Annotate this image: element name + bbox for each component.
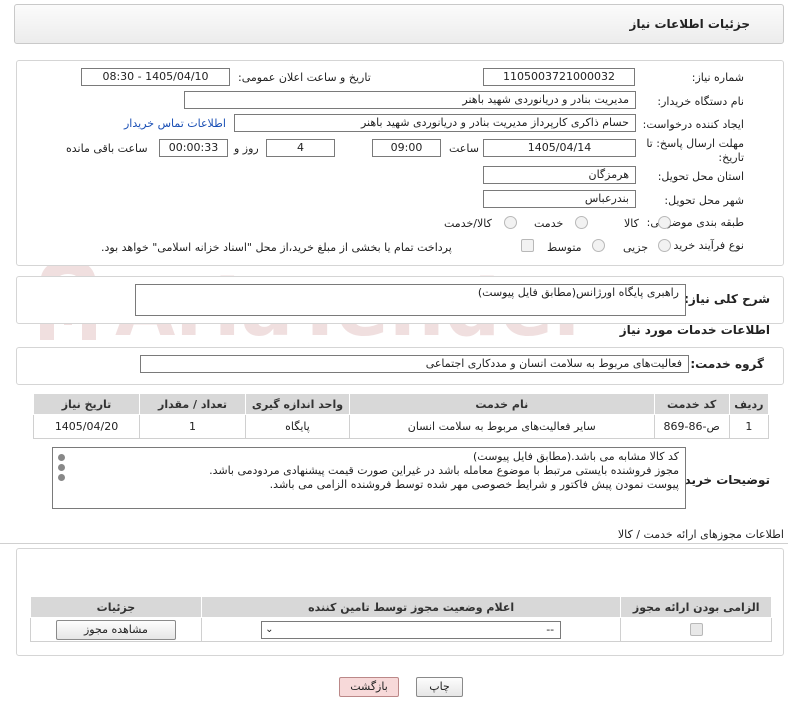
col-permit-details: جزئیات (30, 596, 202, 618)
cell-quantity: 1 (139, 414, 247, 439)
service-group-field: فعالیت‌های مربوط به سلامت انسان و مددکار… (140, 355, 689, 373)
deadline-date-field: 1405/04/14 (483, 139, 636, 157)
category-radio-goods[interactable] (658, 216, 671, 229)
category-option-both: کالا/خدمت (444, 217, 492, 230)
cell-service-name: سایر فعالیت‌های مربوط به سلامت انسان (348, 414, 655, 439)
summary-field: راهبری پایگاه اورژانس(مطابق فایل پیوست) (135, 284, 686, 316)
services-title: اطلاعات خدمات مورد نیاز (619, 323, 770, 337)
permit-status-select[interactable]: ⌄ -- (261, 620, 562, 639)
process-radio-medium[interactable] (592, 239, 605, 252)
treasury-payment-checkbox[interactable] (521, 239, 534, 252)
process-radio-minor[interactable] (658, 239, 671, 252)
col-unit: واحد اندازه گیری (245, 393, 350, 415)
contact-buyer-link[interactable]: اطلاعات تماس خریدار (124, 117, 226, 130)
remaining-time-field: 00:00:33 (159, 139, 228, 157)
print-button[interactable]: چاپ (416, 677, 463, 697)
category-radio-service[interactable] (575, 216, 588, 229)
treasury-payment-note: پرداخت تمام یا بخشی از مبلغ خرید،از محل … (101, 241, 452, 254)
creator-label: ایجاد کننده درخواست: (642, 118, 744, 131)
permits-title: اطلاعات مجوزهای ارائه خدمت / کالا (617, 528, 784, 541)
city-field: بندرعباس (483, 190, 636, 208)
permits-table: الزامی بودن ارائه مجوز اعلام وضعیت مجوز … (30, 596, 772, 642)
process-option-minor: جزیی (623, 241, 649, 254)
services-table: ردیف کد خدمت نام خدمت واحد اندازه گیری ت… (32, 393, 770, 439)
announce-field: 1405/04/10 - 08:30 (81, 68, 230, 86)
col-need-date: تاریخ نیاز (32, 393, 141, 415)
table-row: 1 ص-86-869 سایر فعالیت‌های مربوط به سلام… (32, 414, 770, 439)
remaining-time-label: ساعت باقی مانده (66, 142, 148, 155)
category-option-goods: کالا (624, 217, 639, 230)
cell-need-date: 1405/04/20 (32, 414, 141, 439)
deadline-label-date: تاریخ: (718, 151, 744, 164)
page-title: جزئیات اطلاعات نیاز (629, 17, 750, 31)
category-option-service: خدمت (534, 217, 564, 230)
buyer-note-line: مجوز فروشنده بایستی مرتبط با موضوع معامل… (209, 464, 679, 477)
buyer-org-label: نام دستگاه خریدار: (657, 95, 744, 108)
table-row: ⌄ -- مشاهده مجوز (30, 617, 772, 642)
announce-label: تاریخ و ساعت اعلان عمومی: (238, 71, 371, 84)
col-permit-required: الزامی بودن ارائه مجوز (620, 596, 772, 618)
deadline-time-label: ساعت (449, 142, 479, 155)
city-label: شهر محل تحویل: (664, 194, 744, 207)
creator-field: حسام ذاکری کارپرداز مدیریت بنادر و دریان… (234, 114, 636, 132)
process-option-medium: متوسط (547, 241, 582, 254)
province-field: هرمزگان (483, 166, 636, 184)
col-permit-status: اعلام وضعیت مجوز توسط تامین کننده (200, 596, 622, 618)
col-quantity: تعداد / مقدار (139, 393, 247, 415)
need-number-label: شماره نیاز: (691, 71, 744, 84)
need-number-field: 1105003721000032 (483, 68, 635, 86)
chevron-down-icon: ⌄ (265, 623, 274, 635)
back-button[interactable]: بازگشت (339, 677, 399, 697)
notes-scrollbar[interactable] (55, 452, 67, 494)
col-service-code: کد خدمت (653, 393, 730, 415)
days-label: روز و (234, 142, 259, 155)
col-service-name: نام خدمت (348, 393, 655, 415)
deadline-label: مهلت ارسال پاسخ: تا (646, 137, 744, 150)
cell-row-number: 1 (728, 414, 770, 439)
cell-unit: پایگاه (245, 414, 350, 439)
buyer-org-field: مدیریت بنادر و دریانوردی شهید باهنر (184, 91, 636, 109)
service-group-label: گروه خدمت: (690, 357, 764, 371)
summary-label: شرح کلی نیاز: (684, 292, 770, 306)
col-row-number: ردیف (728, 393, 770, 415)
province-label: استان محل تحویل: (657, 170, 744, 183)
buyer-note-line: پیوست نمودن پیش فاکتور و شرایط خصوصی مهر… (269, 478, 679, 491)
cell-service-code: ص-86-869 (653, 414, 730, 439)
buyer-note-line: کد کالا مشابه می باشد.(مطابق فایل پیوست) (473, 450, 679, 463)
process-label: نوع فرآیند خرید : (666, 239, 744, 252)
deadline-time-field: 09:00 (372, 139, 441, 157)
days-field: 4 (266, 139, 335, 157)
view-permit-button[interactable]: مشاهده مجوز (55, 619, 176, 640)
category-radio-both[interactable] (504, 216, 517, 229)
permits-divider (0, 543, 788, 544)
buyer-notes-field: کد کالا مشابه می باشد.(مطابق فایل پیوست)… (52, 447, 686, 509)
permit-required-checkbox (689, 623, 703, 637)
